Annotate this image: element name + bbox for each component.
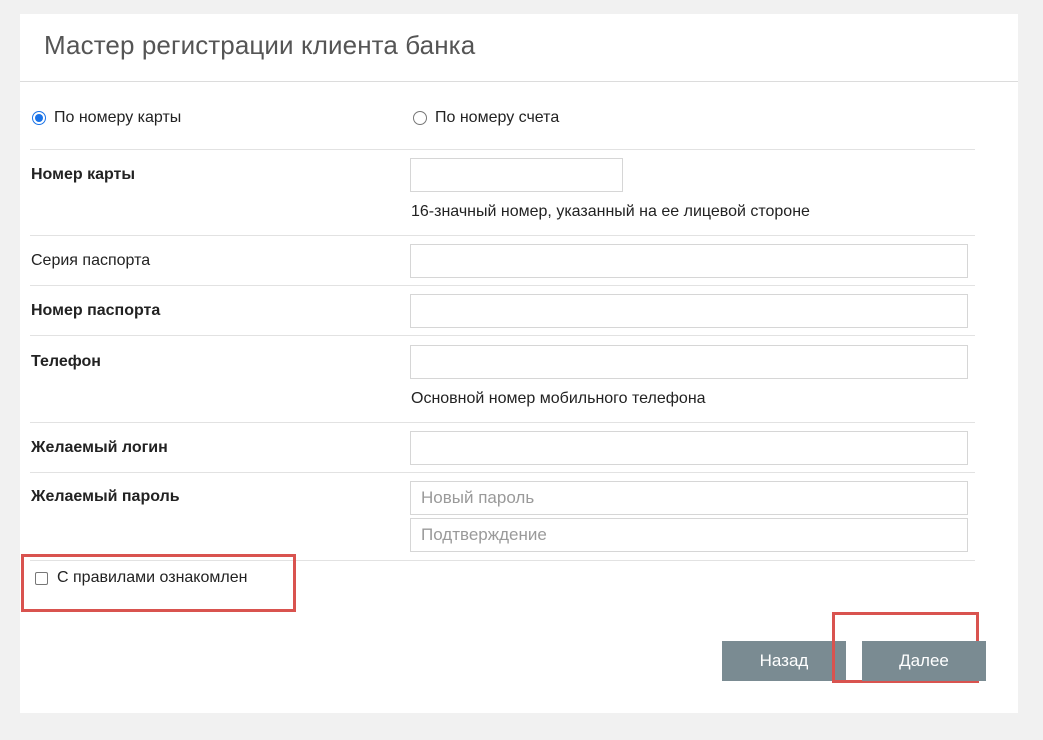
back-button[interactable]: Назад xyxy=(722,641,846,681)
radio-checked-icon[interactable] xyxy=(32,111,46,125)
login-row: Желаемый логин xyxy=(30,423,975,473)
card-number-input[interactable] xyxy=(410,158,623,192)
passport-number-row: Номер паспорта xyxy=(30,286,975,336)
agreement-label: С правилами ознакомлен xyxy=(57,569,248,586)
mode-row: По номеру карты По номеру счета xyxy=(30,92,975,150)
page-title: Мастер регистрации клиента банка xyxy=(44,30,476,60)
agreement-checkbox[interactable]: С правилами ознакомлен xyxy=(35,569,247,587)
card-number-row: Номер карты 16-значный номер, указанный … xyxy=(30,150,975,236)
phone-input[interactable] xyxy=(410,345,968,379)
card-number-label: Номер карты xyxy=(31,166,136,183)
password-label: Желаемый пароль xyxy=(31,488,180,505)
confirm-password-input[interactable] xyxy=(410,518,968,552)
phone-label: Телефон xyxy=(31,353,101,370)
passport-series-input[interactable] xyxy=(410,244,968,278)
panel-header: Мастер регистрации клиента банка xyxy=(20,14,1018,82)
passport-series-row: Серия паспорта xyxy=(30,236,975,286)
radio-by-card-label: По номеру карты xyxy=(54,109,182,126)
passport-number-input[interactable] xyxy=(410,294,968,328)
phone-row: Телефон Основной номер мобильного телефо… xyxy=(30,336,975,423)
new-password-input[interactable] xyxy=(410,481,968,515)
radio-unchecked-icon[interactable] xyxy=(413,111,427,125)
login-input[interactable] xyxy=(410,431,968,465)
radio-by-account[interactable]: По номеру счета xyxy=(413,109,559,127)
phone-hint: Основной номер мобильного телефона xyxy=(411,390,706,407)
passport-series-label: Серия паспорта xyxy=(31,252,151,269)
card-number-hint: 16-значный номер, указанный на ее лицево… xyxy=(411,203,810,220)
radio-by-card[interactable]: По номеру карты xyxy=(32,109,181,127)
radio-by-account-label: По номеру счета xyxy=(435,109,560,126)
next-button[interactable]: Далее xyxy=(862,641,986,681)
checkbox-icon[interactable] xyxy=(35,571,48,585)
passport-number-label: Номер паспорта xyxy=(31,302,161,319)
agreement-highlight: С правилами ознакомлен xyxy=(21,554,296,612)
login-label: Желаемый логин xyxy=(31,439,168,456)
password-row: Желаемый пароль xyxy=(30,473,975,561)
